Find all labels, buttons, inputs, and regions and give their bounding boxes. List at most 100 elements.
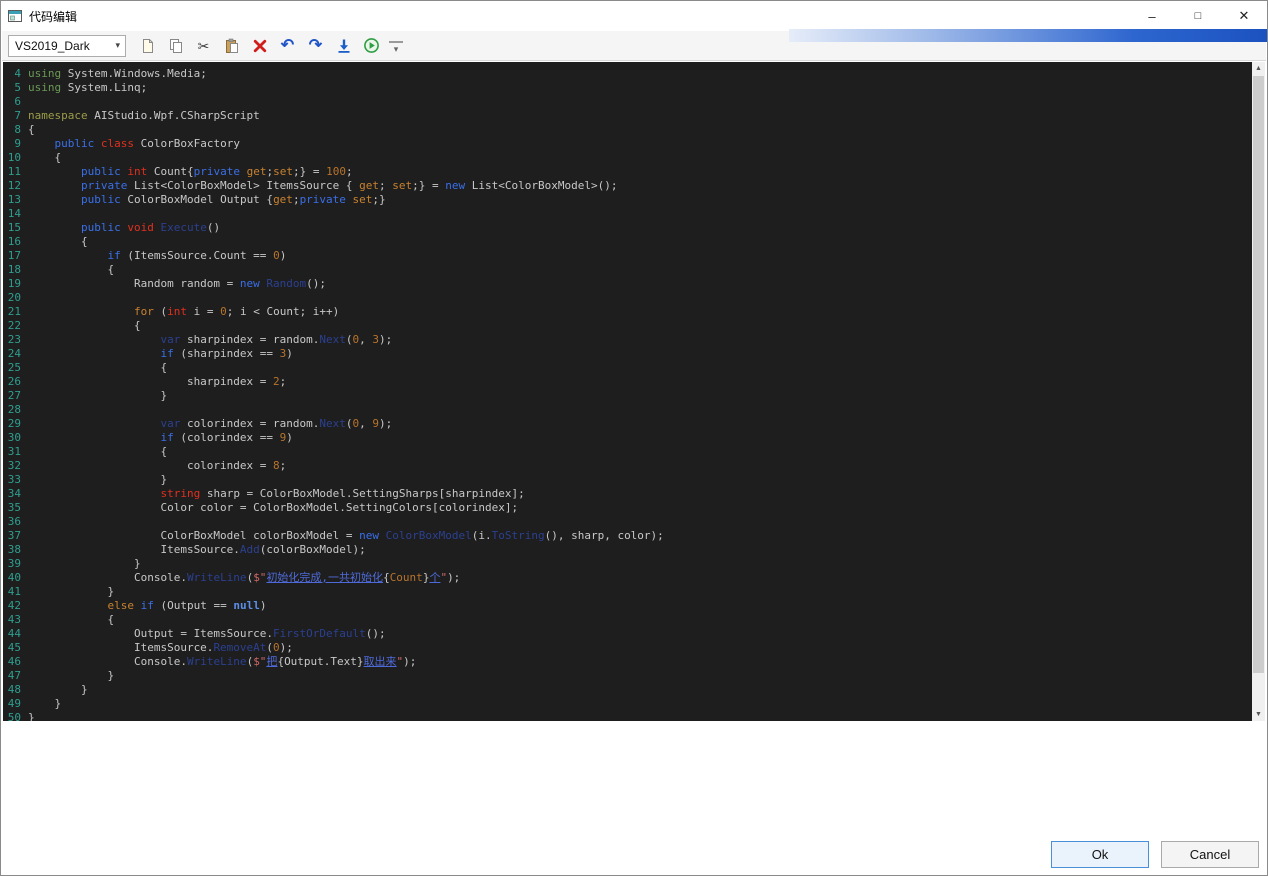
copy-button[interactable] [163, 34, 188, 58]
new-file-button[interactable] [135, 34, 160, 58]
new-file-icon [140, 38, 156, 54]
line-number: 33 [3, 473, 25, 487]
scroll-up-arrow[interactable]: ▲ [1252, 62, 1265, 75]
line-number: 22 [3, 319, 25, 333]
code-line-text: public void Execute() [25, 221, 220, 235]
code-line: 25 { [3, 361, 1252, 375]
redo-button[interactable]: ↷ [303, 34, 328, 58]
line-number: 16 [3, 235, 25, 249]
line-number: 6 [3, 95, 25, 109]
run-button[interactable] [359, 34, 384, 58]
code-line: 30 if (colorindex == 9) [3, 431, 1252, 445]
paste-icon [224, 38, 240, 54]
toolbar-overflow-button[interactable]: ▾ [389, 41, 403, 57]
run-play-icon [363, 37, 380, 54]
close-button[interactable]: ✕ [1221, 1, 1267, 31]
code-line: 22 { [3, 319, 1252, 333]
minimize-button[interactable]: – [1129, 1, 1175, 31]
code-line-text: { [25, 613, 114, 627]
line-number: 26 [3, 375, 25, 389]
code-line-text [25, 403, 28, 417]
line-number: 12 [3, 179, 25, 193]
code-line: 27 } [3, 389, 1252, 403]
code-line: 16 { [3, 235, 1252, 249]
line-number: 30 [3, 431, 25, 445]
paste-button[interactable] [219, 34, 244, 58]
code-line-text: { [25, 235, 88, 249]
copy-icon [168, 38, 184, 54]
theme-select-value: VS2019_Dark [15, 39, 90, 53]
code-line-text: { [25, 263, 114, 277]
cut-button[interactable]: ✂ [191, 34, 216, 58]
code-editor[interactable]: 4using System.Windows.Media;5using Syste… [3, 62, 1265, 721]
code-line: 7namespace AIStudio.Wpf.CSharpScript [3, 109, 1252, 123]
code-edit-dialog: 代码编辑 – □ ✕ VS2019_Dark ▾ [0, 0, 1268, 876]
code-line-text: colorindex = 8; [25, 459, 286, 473]
code-line-text: { [25, 123, 35, 137]
code-line-text: if (colorindex == 9) [25, 431, 293, 445]
maximize-button[interactable]: □ [1175, 1, 1221, 31]
delete-button[interactable] [247, 34, 272, 58]
code-line: 18 { [3, 263, 1252, 277]
code-line: 10 { [3, 151, 1252, 165]
ok-button[interactable]: Ok [1051, 841, 1149, 868]
save-download-icon [336, 38, 352, 54]
code-line-text: public ColorBoxModel Output {get;private… [25, 193, 386, 207]
code-line-text: ItemsSource.RemoveAt(0); [25, 641, 293, 655]
code-line: 31 { [3, 445, 1252, 459]
code-line: 34 string sharp = ColorBoxModel.SettingS… [3, 487, 1252, 501]
code-line-text: { [25, 361, 167, 375]
line-number: 39 [3, 557, 25, 571]
line-number: 24 [3, 347, 25, 361]
code-line-text: } [25, 683, 88, 697]
code-line: 44 Output = ItemsSource.FirstOrDefault()… [3, 627, 1252, 641]
line-number: 41 [3, 585, 25, 599]
code-line: 42 else if (Output == null) [3, 599, 1252, 613]
line-number: 37 [3, 529, 25, 543]
code-lines[interactable]: 4using System.Windows.Media;5using Syste… [3, 62, 1252, 721]
save-button[interactable] [331, 34, 356, 58]
code-line-text: ColorBoxModel colorBoxModel = new ColorB… [25, 529, 664, 543]
cancel-button[interactable]: Cancel [1161, 841, 1259, 868]
line-number: 5 [3, 81, 25, 95]
scroll-down-arrow[interactable]: ▼ [1252, 708, 1265, 721]
code-line: 5using System.Linq; [3, 81, 1252, 95]
code-line-text: { [25, 445, 167, 459]
undo-icon: ↶ [281, 38, 294, 54]
line-number: 49 [3, 697, 25, 711]
line-number: 29 [3, 417, 25, 431]
code-line: 50} [3, 711, 1252, 721]
line-number: 10 [3, 151, 25, 165]
theme-select[interactable]: VS2019_Dark ▾ [8, 35, 126, 57]
delete-icon [252, 38, 268, 54]
code-line: 19 Random random = new Random(); [3, 277, 1252, 291]
scrollbar-thumb[interactable] [1253, 76, 1264, 673]
code-line-text: } [25, 473, 167, 487]
code-line-text: var sharpindex = random.Next(0, 3); [25, 333, 392, 347]
code-line: 20 [3, 291, 1252, 305]
code-line-text [25, 95, 28, 109]
code-line-text: sharpindex = 2; [25, 375, 286, 389]
code-line-text [25, 207, 28, 221]
code-line-text [25, 291, 28, 305]
editor-scrollbar[interactable]: ▲ ▼ [1252, 62, 1265, 721]
code-line-text: string sharp = ColorBoxModel.SettingShar… [25, 487, 525, 501]
code-line: 33 } [3, 473, 1252, 487]
line-number: 7 [3, 109, 25, 123]
code-line-text: var colorindex = random.Next(0, 9); [25, 417, 392, 431]
code-line: 9 public class ColorBoxFactory [3, 137, 1252, 151]
overflow-chevron-icon: ▾ [394, 44, 399, 55]
line-number: 14 [3, 207, 25, 221]
code-line: 13 public ColorBoxModel Output {get;priv… [3, 193, 1252, 207]
code-line-text: namespace AIStudio.Wpf.CSharpScript [25, 109, 260, 123]
code-line-text: } [25, 389, 167, 403]
line-number: 44 [3, 627, 25, 641]
line-number: 48 [3, 683, 25, 697]
undo-button[interactable]: ↶ [275, 34, 300, 58]
code-line: 43 { [3, 613, 1252, 627]
code-line: 35 Color color = ColorBoxModel.SettingCo… [3, 501, 1252, 515]
code-line-text: public int Count{private get;set;} = 100… [25, 165, 353, 179]
cut-icon: ✂ [198, 39, 210, 53]
code-line-text: Output = ItemsSource.FirstOrDefault(); [25, 627, 386, 641]
code-line: 38 ItemsSource.Add(colorBoxModel); [3, 543, 1252, 557]
